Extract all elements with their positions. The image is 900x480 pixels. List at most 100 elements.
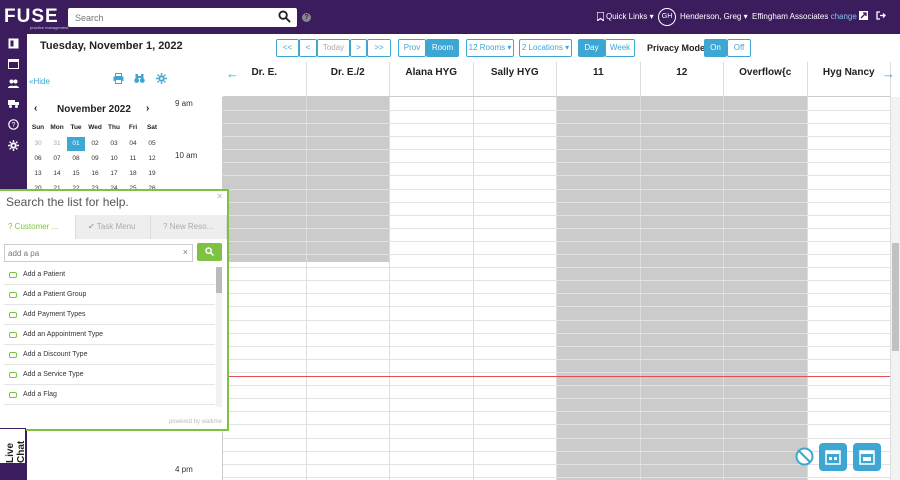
patients-icon[interactable]: [8, 78, 19, 89]
schedule-block-button[interactable]: [853, 443, 881, 471]
change-location-link[interactable]: change: [831, 12, 857, 21]
help-search-button[interactable]: [197, 243, 222, 261]
today-button[interactable]: Today: [317, 39, 350, 57]
slot-divider: [223, 398, 891, 399]
column-header[interactable]: Alana HYG: [390, 62, 474, 97]
scrollbar-thumb[interactable]: [216, 267, 222, 293]
calendar-day[interactable]: 30: [29, 137, 47, 151]
calendar-day[interactable]: 31: [48, 137, 66, 151]
prev-day-button[interactable]: <: [299, 39, 317, 57]
settings-icon[interactable]: [156, 73, 167, 84]
calendar-day[interactable]: 05: [143, 137, 161, 151]
arrow-right-icon[interactable]: →: [882, 66, 895, 81]
add-appointment-button[interactable]: [819, 443, 847, 471]
logout-icon[interactable]: [876, 11, 886, 20]
calendar-day[interactable]: 14: [48, 167, 66, 181]
column-header[interactable]: 11: [557, 62, 641, 97]
rooms-dropdown[interactable]: 12 Rooms ▾: [466, 39, 514, 57]
close-icon[interactable]: ✕: [216, 192, 223, 201]
schedule-column[interactable]: [724, 97, 808, 480]
truck-icon[interactable]: [8, 98, 19, 109]
column-header[interactable]: Dr. E./2: [306, 62, 390, 97]
column-header[interactable]: Sally HYG: [473, 62, 557, 97]
open-slot-area[interactable]: [306, 262, 390, 480]
schedule-column[interactable]: [557, 97, 641, 480]
calendar-day[interactable]: 08: [67, 152, 85, 166]
print-icon[interactable]: [113, 73, 124, 84]
prev-month-button[interactable]: ‹: [34, 103, 37, 114]
global-search-input[interactable]: [68, 8, 268, 27]
help-list-item[interactable]: Add a Patient Group: [4, 285, 215, 305]
help-list-scrollbar[interactable]: [216, 267, 222, 407]
calendar-day[interactable]: 18: [124, 167, 142, 181]
column-header[interactable]: Hyg Nancy: [807, 62, 891, 97]
calendar-day[interactable]: 04: [124, 137, 142, 151]
schedule-column[interactable]: [808, 97, 891, 480]
privacy-off-button[interactable]: Off: [727, 39, 751, 57]
help-list-item[interactable]: Add a Service Type: [4, 365, 215, 385]
calendar-day[interactable]: 10: [105, 152, 123, 166]
next-day-button[interactable]: >: [350, 39, 367, 57]
column-header[interactable]: Overflow{c: [724, 62, 808, 97]
user-menu[interactable]: Henderson, Greg ▾: [680, 12, 748, 21]
avatar[interactable]: GH: [658, 8, 676, 26]
calendar-block-icon: [859, 450, 875, 465]
calendar-day[interactable]: 15: [67, 167, 85, 181]
calendar-day[interactable]: 03: [105, 137, 123, 151]
schedule-column[interactable]: [474, 97, 557, 480]
tab-customer[interactable]: ? Customer ...: [0, 215, 76, 239]
calendar-day[interactable]: 01: [67, 137, 85, 151]
privacy-on-button[interactable]: On: [704, 39, 727, 57]
no-entry-icon[interactable]: [795, 447, 814, 466]
day-view-button[interactable]: Day: [578, 39, 605, 57]
search-icon[interactable]: [278, 10, 291, 23]
privacy-mode-label: Privacy Mode: [647, 43, 706, 53]
quick-links-menu[interactable]: Quick Links ▾: [606, 12, 654, 21]
schedule-column[interactable]: [390, 97, 474, 480]
help-list-item[interactable]: Add a Flag: [4, 385, 215, 405]
calendar-day[interactable]: 11: [124, 152, 142, 166]
locations-dropdown[interactable]: 2 Locations ▾: [519, 39, 572, 57]
calendar-day[interactable]: 07: [48, 152, 66, 166]
next-month-button[interactable]: ›: [146, 103, 149, 114]
next-week-button[interactable]: >>: [367, 39, 391, 57]
open-slot-area[interactable]: [223, 262, 307, 480]
prov-view-button[interactable]: Prov: [398, 39, 426, 57]
calendar-day[interactable]: 12: [143, 152, 161, 166]
schedule-column[interactable]: [640, 97, 724, 480]
help-icon[interactable]: ?: [302, 13, 311, 22]
help-list-item[interactable]: Add a Referral Type: [4, 405, 215, 407]
help-circle-icon[interactable]: ?: [8, 119, 19, 130]
arrow-left-icon[interactable]: ←: [226, 66, 239, 81]
external-link-icon[interactable]: [859, 11, 868, 20]
calendar-icon[interactable]: [8, 58, 19, 69]
dashboard-icon[interactable]: [8, 38, 19, 49]
calendar-day[interactable]: 09: [86, 152, 104, 166]
chevron-down-icon: ▾: [565, 43, 570, 52]
gear-icon[interactable]: [8, 140, 19, 151]
calendar-day[interactable]: 17: [105, 167, 123, 181]
slot-divider: [223, 372, 891, 373]
binoculars-icon[interactable]: [134, 73, 145, 84]
column-header[interactable]: 12: [640, 62, 724, 97]
help-list-item[interactable]: Add Payment Types: [4, 305, 215, 325]
help-list-item[interactable]: Add a Patient: [4, 265, 215, 285]
tab-task-menu[interactable]: ✔ Task Menu: [76, 215, 151, 239]
hide-panel-link[interactable]: «Hide: [29, 77, 50, 86]
calendar-day[interactable]: 02: [86, 137, 104, 151]
scrollbar-thumb[interactable]: [892, 243, 899, 351]
calendar-day[interactable]: 13: [29, 167, 47, 181]
tab-new-resources[interactable]: ? New Reso...: [151, 215, 227, 239]
help-list-item[interactable]: Add a Discount Type: [4, 345, 215, 365]
schedule-scrollbar[interactable]: [891, 97, 900, 480]
calendar-day[interactable]: 16: [86, 167, 104, 181]
help-list-item[interactable]: Add an Appointment Type: [4, 325, 215, 345]
week-view-button[interactable]: Week: [605, 39, 635, 57]
room-view-button[interactable]: Room: [426, 39, 459, 57]
clear-icon[interactable]: ×: [183, 247, 188, 257]
live-chat-tab[interactable]: Live Chat: [0, 428, 27, 464]
help-search-input[interactable]: [5, 245, 175, 261]
calendar-day[interactable]: 06: [29, 152, 47, 166]
prev-week-button[interactable]: <<: [276, 39, 299, 57]
calendar-day[interactable]: 19: [143, 167, 161, 181]
